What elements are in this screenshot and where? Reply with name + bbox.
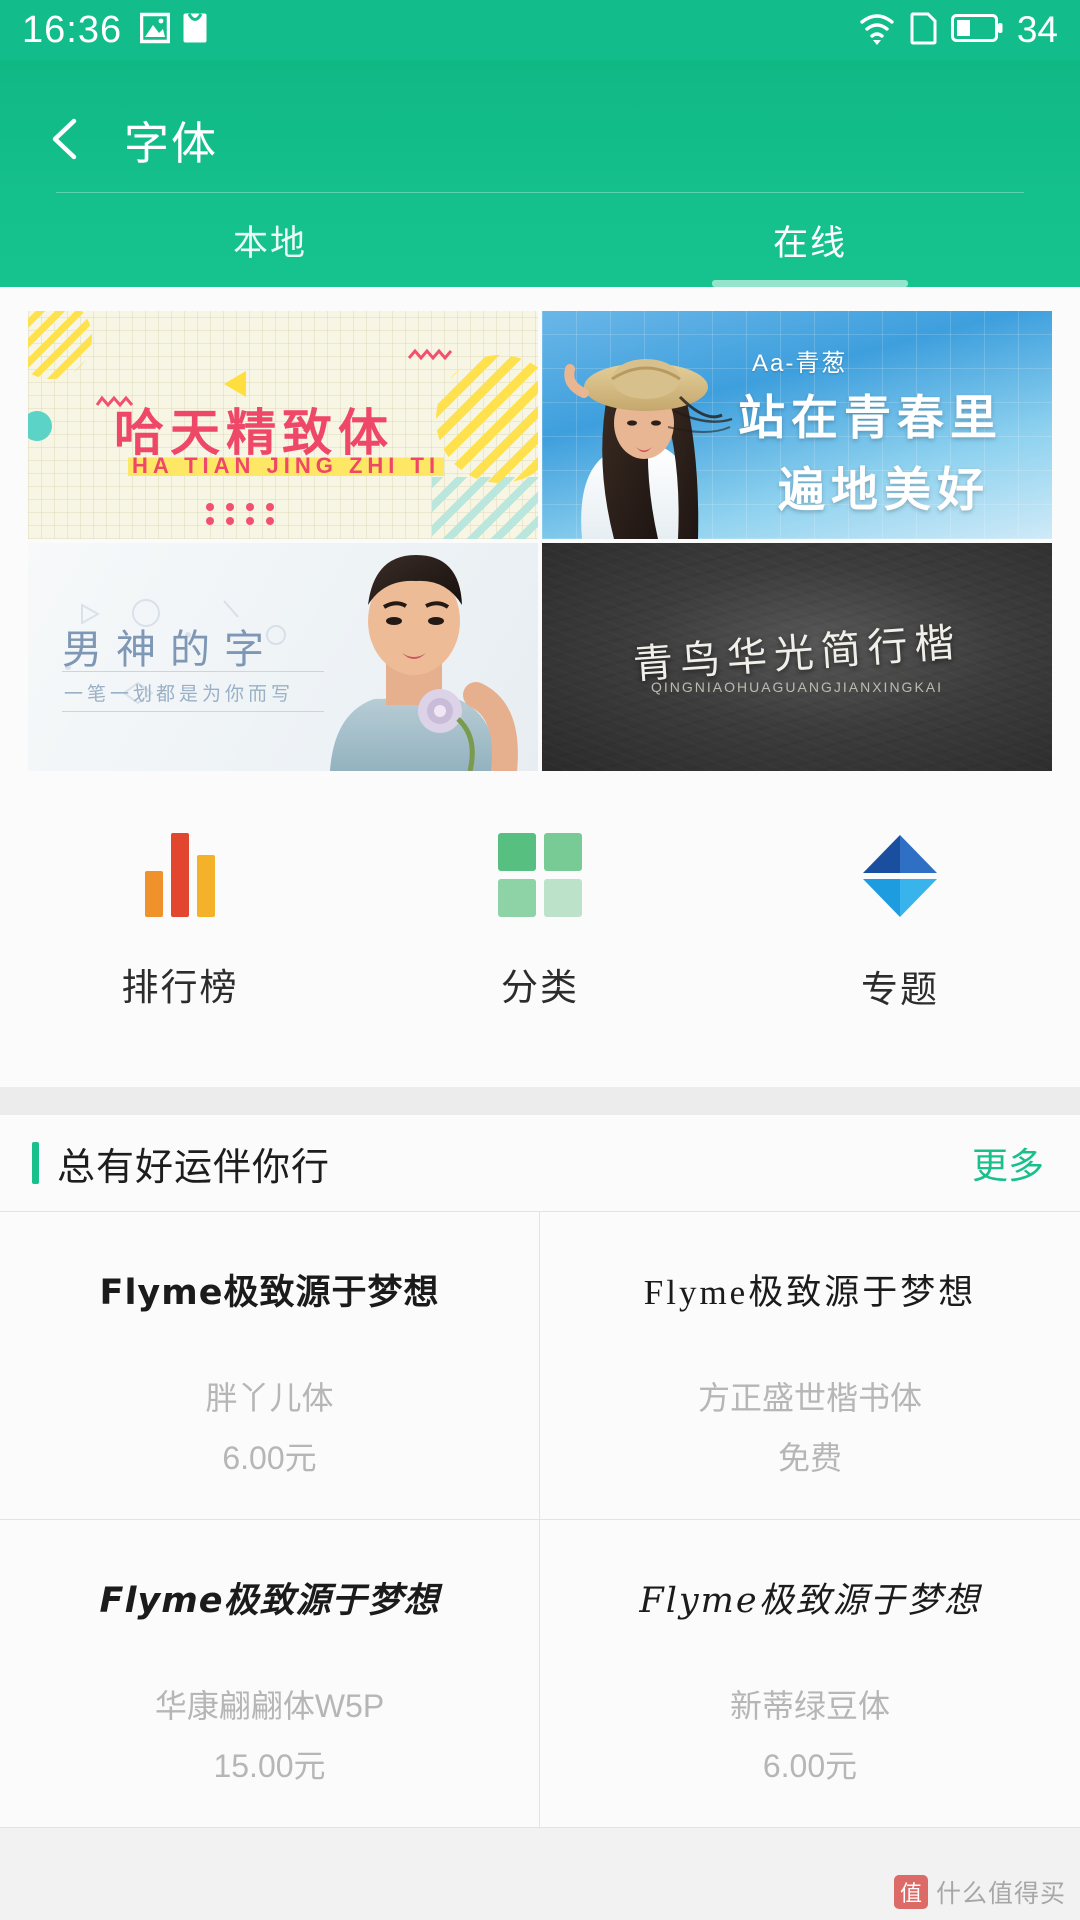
font-price: 15.00元: [213, 1748, 326, 1784]
battery-level: 34: [1016, 9, 1058, 50]
section-accent-bar: [32, 1142, 39, 1184]
banner-grid: 哈天精致体 HA TIAN JING ZHI TI Aa-青葱 站在青春里 遍地…: [28, 311, 1052, 771]
shortcut-label: 排行榜: [121, 967, 239, 1008]
grid-squares-icon: [498, 833, 582, 917]
shortcut-row: 排行榜 分类 专题: [0, 771, 1080, 1087]
font-preview-text: Flyme极致源于梦想: [639, 1581, 981, 1621]
back-chevron-icon[interactable]: [44, 116, 90, 162]
font-card[interactable]: Flyme极致源于梦想 方正盛世楷书体 免费: [540, 1212, 1080, 1520]
mail-icon: [182, 12, 208, 49]
rule-decoration: [62, 711, 324, 712]
font-preview-text: Flyme极致源于梦想: [99, 1273, 440, 1313]
page-title: 字体: [124, 117, 219, 169]
bar-chart-icon: [145, 833, 215, 917]
font-name: 胖丫儿体: [205, 1380, 334, 1416]
app-screen: 16:36 34 字体 本地 在线 哈天精致体 HA TIAN JING ZHI…: [0, 0, 1080, 1920]
status-time: 16:36: [22, 8, 123, 51]
font-preview-text: Flyme极致源于梦想: [643, 1273, 977, 1312]
watermark-logo: 值: [893, 1875, 928, 1909]
dot-grid-decoration: [206, 503, 280, 525]
sim-card-icon: [910, 11, 937, 50]
font-name: 新蒂绿豆体: [729, 1688, 890, 1724]
striped-corner-decoration: [432, 477, 538, 539]
wifi-icon: [858, 11, 896, 50]
zigzag-decoration: [407, 347, 454, 368]
shortcut-label: 专题: [861, 969, 939, 1010]
status-system-icons: 34: [858, 9, 1058, 51]
status-notification-icons: [139, 12, 208, 49]
status-bar: 16:36 34: [0, 0, 1080, 60]
banner-line-1: 站在青春里: [738, 391, 1003, 444]
font-card[interactable]: Flyme极致源于梦想 新蒂绿豆体 6.00元: [540, 1520, 1080, 1828]
watermark: 值 什么值得买: [893, 1874, 1066, 1910]
font-name: 华康翩翩体W5P: [154, 1688, 385, 1724]
banner-title: 男神的字: [62, 628, 278, 672]
shortcut-ranking[interactable]: 排行榜: [0, 833, 360, 1013]
banner-line-2: 遍地美好: [778, 463, 990, 516]
font-list-section: 总有好运伴你行 更多 Flyme极致源于梦想 胖丫儿体 6.00元 Flyme极…: [0, 1115, 1080, 1828]
header-top-row: 字体: [0, 86, 1080, 192]
banner-ha-tian-jing-zhi-ti[interactable]: 哈天精致体 HA TIAN JING ZHI TI: [28, 311, 538, 539]
watermark-text: 什么值得买: [935, 1880, 1066, 1908]
tab-local[interactable]: 本地: [0, 193, 540, 287]
photo-girl-in-hat: [548, 331, 748, 539]
font-preview-text: Flyme极致源于梦想: [99, 1581, 440, 1621]
photo-man-with-flower: [290, 543, 538, 771]
banner-subtitle: HA TIAN JING ZHI TI: [128, 453, 445, 479]
shortcut-label: 分类: [501, 967, 579, 1008]
banner-qing-niao-hua-guang[interactable]: 青鸟华光简行楷 QINGNIAOHUAGUANGJIANXINGKAI: [542, 543, 1052, 771]
font-name: 方正盛世楷书体: [697, 1380, 922, 1416]
banner-nan-shen-de-zi[interactable]: 男神的字 一笔一划都是为你而写: [28, 543, 538, 771]
font-card[interactable]: Flyme极致源于梦想 华康翩翩体W5P 15.00元: [0, 1520, 540, 1828]
font-price: 6.00元: [222, 1440, 317, 1476]
section-more-link[interactable]: 更多: [972, 1137, 1044, 1189]
tab-bar: 本地 在线: [0, 193, 1080, 287]
banner-eyebrow: Aa-青葱: [752, 350, 848, 377]
shortcut-category[interactable]: 分类: [360, 833, 720, 1013]
banner-subtitle: 一笔一划都是为你而写: [64, 684, 295, 705]
banner-subtitle: QINGNIAOHUAGUANGJIANXINGKAI: [650, 679, 944, 695]
banner-aa-qing-cong[interactable]: Aa-青葱 站在青春里 遍地美好: [542, 311, 1052, 539]
font-card[interactable]: Flyme极致源于梦想 胖丫儿体 6.00元: [0, 1212, 540, 1520]
font-price: 免费: [777, 1440, 842, 1476]
app-header: 字体 本地 在线: [0, 60, 1080, 287]
striped-circle-decoration: [28, 311, 92, 379]
image-icon: [139, 12, 171, 49]
section-header: 总有好运伴你行 更多: [0, 1115, 1080, 1211]
tab-online[interactable]: 在线: [540, 193, 1080, 287]
battery-icon: [950, 13, 1003, 48]
dot-decoration: [28, 411, 52, 441]
tab-active-indicator: [712, 280, 908, 287]
diamond-icon: [857, 833, 943, 919]
font-price: 6.00元: [762, 1748, 858, 1784]
section-title: 总有好运伴你行: [57, 1146, 331, 1189]
banner-section: 哈天精致体 HA TIAN JING ZHI TI Aa-青葱 站在青春里 遍地…: [0, 287, 1080, 771]
font-grid: Flyme极致源于梦想 胖丫儿体 6.00元 Flyme极致源于梦想 方正盛世楷…: [0, 1211, 1080, 1828]
shortcut-topic[interactable]: 专题: [720, 833, 1080, 1013]
striped-circle-decoration: [436, 355, 538, 483]
section-gap-divider: [0, 1087, 1080, 1115]
